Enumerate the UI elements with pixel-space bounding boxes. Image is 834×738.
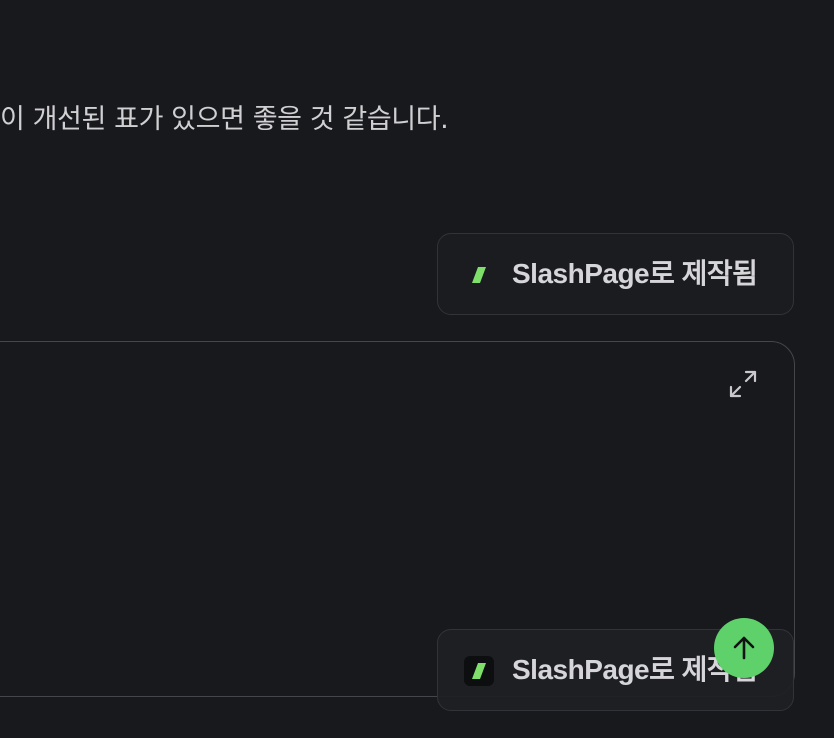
slashpage-logo-icon bbox=[464, 656, 494, 686]
scroll-to-top-button[interactable] bbox=[714, 618, 774, 678]
paragraph-text: 이 개선된 표가 있으면 좋을 것 같습니다. bbox=[0, 104, 449, 135]
made-with-slashpage-badge[interactable]: SlashPage로 제작됨 bbox=[437, 233, 794, 315]
slashpage-logo-icon bbox=[464, 260, 494, 290]
page: 이 개선된 표가 있으면 좋을 것 같습니다. SlashPage로 제작됨 S… bbox=[0, 0, 834, 738]
arrow-up-icon bbox=[733, 636, 755, 660]
expand-icon[interactable] bbox=[728, 369, 758, 399]
badge-label: SlashPage로 제작됨 bbox=[512, 258, 758, 289]
